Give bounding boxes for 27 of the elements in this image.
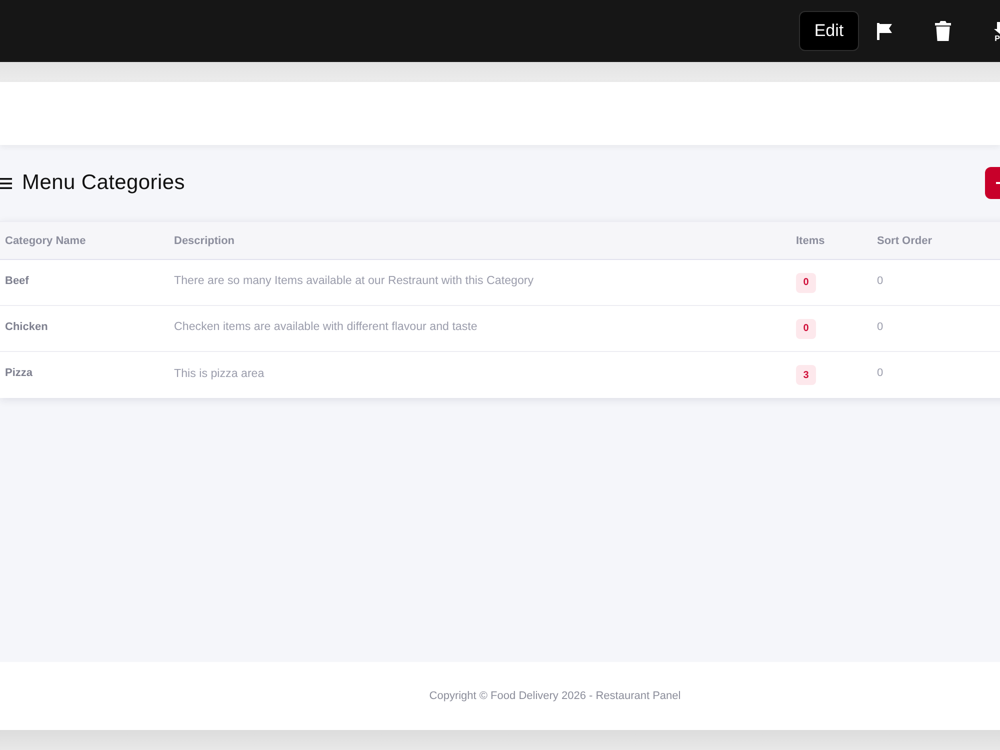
category-name-cell-text: Pizza (4, 366, 34, 381)
add-button[interactable] (985, 167, 1000, 199)
trash-icon (935, 21, 951, 41)
category-name-cell: Beef (0, 260, 169, 306)
flag-button[interactable] (877, 22, 893, 40)
page-title: Menu Categories (22, 171, 185, 195)
dash-icon (996, 182, 1000, 184)
items-count-badge: 0 (796, 318, 816, 338)
items-count-badge: 0 (796, 272, 816, 292)
sort-order-cell-text: 0 (876, 366, 884, 381)
description-cell-text: This is pizza area (173, 366, 266, 382)
toolbar-button[interactable]: P (990, 22, 1000, 44)
column-header: Category Name (0, 221, 169, 260)
description-cell: There are so many Items available at our Restraunt with this Category (169, 260, 791, 306)
copyright-text: Copyright © Food Delivery 2026 - Restaurant Panel (429, 690, 681, 702)
sort-order-cell: 0 (872, 306, 1000, 352)
flag-icon (877, 22, 893, 40)
delete-button[interactable] (935, 21, 951, 41)
column-header: Description (169, 221, 791, 260)
column-header: Sort Order (872, 221, 1000, 260)
description-cell: Checken items are available with different flavour and taste (169, 306, 791, 352)
edit-button[interactable]: Edit (799, 11, 859, 51)
menu-icon[interactable] (0, 178, 12, 188)
category-name-cell: Chicken (0, 306, 169, 352)
items-count-badge: 3 (796, 365, 816, 385)
sort-order-cell: 0 (872, 260, 1000, 306)
column-header: Items (791, 221, 872, 260)
